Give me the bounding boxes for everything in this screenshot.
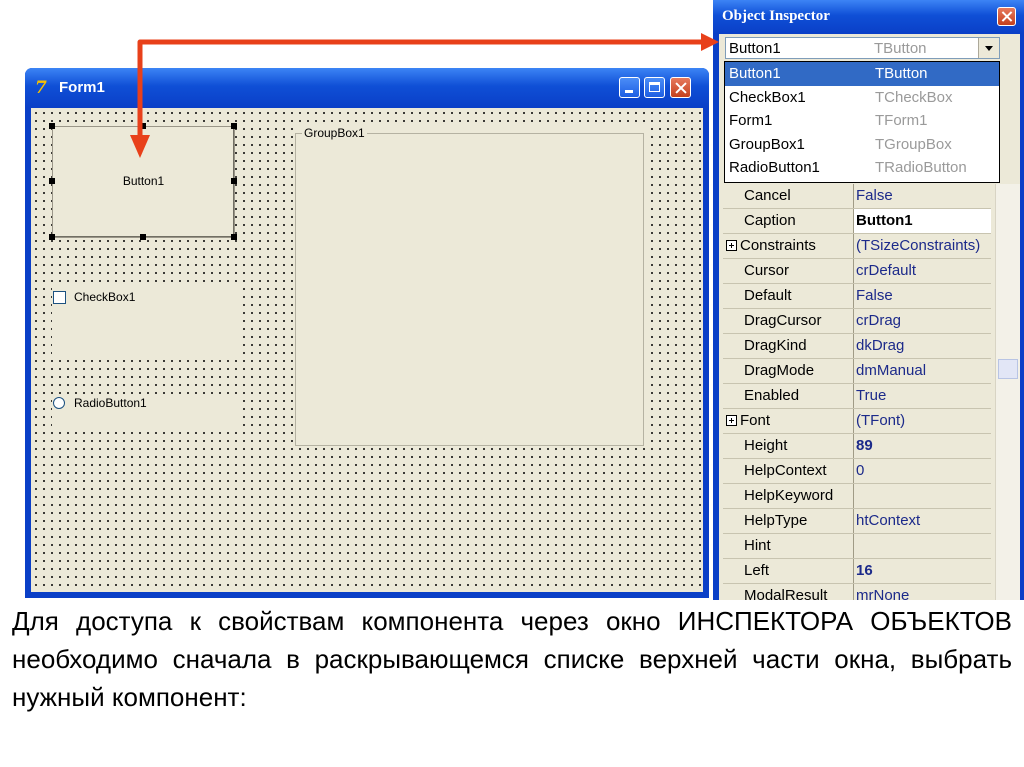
slide-caption: Для доступа к свойствам компонента через… [12,606,1012,712]
arrow-head-right [701,33,719,51]
arrow-head-down [130,135,150,158]
arrow-path [137,39,706,141]
